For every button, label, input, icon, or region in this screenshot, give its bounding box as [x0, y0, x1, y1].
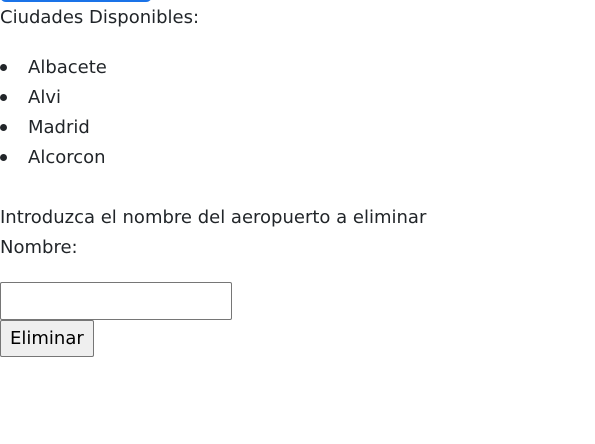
list-item: Alvi: [0, 86, 107, 116]
list-item: Albacete: [0, 56, 107, 86]
city-name: Albacete: [28, 57, 107, 78]
bullet-icon: [0, 124, 7, 131]
airport-name-input[interactable]: [0, 282, 232, 320]
city-name: Madrid: [28, 117, 90, 138]
name-label: Nombre:: [0, 237, 78, 258]
list-item: Madrid: [0, 116, 107, 146]
page: Ciudades Disponibles: Albacete Alvi Madr…: [0, 0, 595, 444]
top-cutoff-button[interactable]: [0, 0, 152, 2]
bullet-icon: [0, 94, 7, 101]
list-item: Alcorcon: [0, 146, 107, 176]
available-cities-heading: Ciudades Disponibles:: [0, 7, 200, 28]
bullet-icon: [0, 64, 7, 71]
bullet-icon: [0, 154, 7, 161]
delete-button[interactable]: Eliminar: [0, 320, 94, 357]
city-name: Alvi: [28, 87, 61, 108]
delete-instruction: Introduzca el nombre del aeropuerto a el…: [0, 207, 427, 228]
city-name: Alcorcon: [28, 147, 106, 168]
city-list: Albacete Alvi Madrid Alcorcon: [0, 56, 107, 176]
